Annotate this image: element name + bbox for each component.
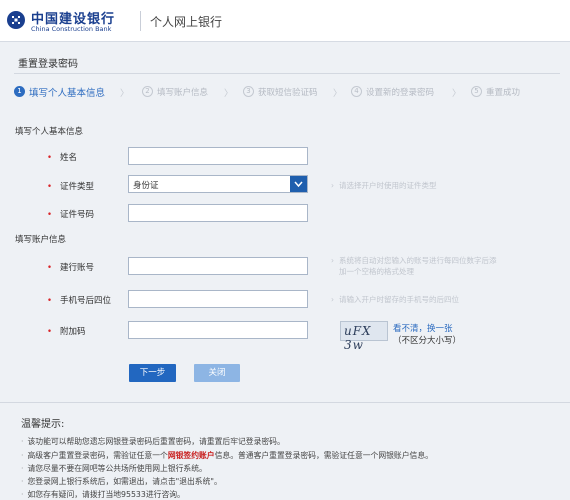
step-label: 设置新的登录密码 [366, 88, 435, 98]
progress-steps: 1 填写个人基本信息 〉 2 填写账户信息 〉 3 获取短信验证码 〉 4 设置… [12, 84, 562, 100]
name-label: • 姓名 [47, 153, 78, 163]
required-mark: • [47, 327, 53, 337]
step-label: 获取短信验证码 [258, 88, 318, 98]
captcha-label: • 附加码 [47, 327, 86, 337]
tip-item: · 如您存有疑问，请拨打当地95533进行咨询。 [21, 490, 185, 499]
section-title-personal: 填写个人基本信息 [15, 127, 84, 137]
id-number-input[interactable] [128, 204, 308, 222]
chevron-right-icon: 〉 [333, 89, 343, 99]
required-mark: • [47, 296, 53, 306]
captcha-input[interactable] [128, 321, 308, 339]
refresh-captcha-link[interactable]: 看不清，换一张 [393, 322, 453, 334]
step-label: 填写账户信息 [157, 88, 209, 98]
id-number-label: • 证件号码 [47, 210, 95, 220]
header-bar: 中国建设银行 China Construction Bank 个人网上银行 [0, 0, 570, 42]
phone-last4-label: • 手机号后四位 [47, 296, 112, 306]
chevron-down-icon [294, 181, 303, 188]
ccb-logo[interactable]: 中国建设银行 China Construction Bank [6, 8, 146, 34]
step-number: 2 [142, 86, 153, 97]
captcha-image[interactable]: uFX 3w [340, 321, 388, 352]
tip-highlight: 网银签约账户 [167, 451, 215, 460]
account-hint: › 系统将自动对您输入的账号进行每四位数字后添 加一个空格的格式处理 [331, 256, 497, 276]
captcha-text: uFX 3w [344, 324, 372, 352]
step-number: 3 [243, 86, 254, 97]
captcha-case-note: （不区分大小写） [393, 336, 462, 346]
ccb-logo-icon [7, 11, 25, 29]
tips-title: 温馨提示: [21, 419, 65, 430]
chevron-right-icon: 〉 [120, 89, 130, 99]
id-type-select[interactable]: 身份证 [128, 175, 308, 193]
required-mark: • [47, 210, 53, 220]
chevron-right-icon: 〉 [452, 89, 462, 99]
close-button[interactable]: 关闭 [194, 364, 240, 382]
phone-hint: › 请输入开户时留存的手机号的后四位 [331, 295, 459, 304]
tip-item: · 您登录网上银行系统后，如需退出，请点击"退出系统"。 [21, 477, 222, 486]
header-divider [140, 11, 141, 31]
tip-item: · 高级客户重置登录密码，需验证任意一个网银签约账户信息。普通客户重置登录密码，需… [21, 451, 433, 460]
page-title: 重置登录密码 [18, 59, 78, 70]
required-mark: • [47, 263, 53, 273]
account-label: • 建行账号 [47, 263, 95, 273]
phone-last4-input[interactable] [128, 290, 308, 308]
dropdown-button[interactable] [290, 176, 307, 192]
tip-item: · 该功能可以帮助您遗忘网银登录密码后重置密码，请重置后牢记登录密码。 [21, 437, 285, 446]
step-number: 5 [471, 86, 482, 97]
step-label: 填写个人基本信息 [29, 88, 106, 99]
id-type-label: • 证件类型 [47, 182, 95, 192]
tip-item: · 请您尽量不要在网吧等公共场所使用网上银行系统。 [21, 464, 207, 473]
title-divider [14, 73, 560, 74]
id-type-hint: › 请选择开户时使用的证件类型 [331, 181, 437, 190]
bank-name-en: China Construction Bank [31, 25, 112, 33]
account-number-input[interactable] [128, 257, 308, 275]
required-mark: • [47, 182, 53, 192]
id-type-value: 身份证 [133, 181, 159, 191]
name-input[interactable] [128, 147, 308, 165]
step-number: 4 [351, 86, 362, 97]
site-name: 个人网上银行 [150, 15, 223, 29]
tips-divider [0, 402, 570, 403]
required-mark: • [47, 153, 53, 163]
step-number: 1 [14, 86, 25, 97]
next-step-button[interactable]: 下一步 [129, 364, 176, 382]
chevron-right-icon: 〉 [224, 89, 234, 99]
step-label: 重置成功 [486, 88, 521, 98]
section-title-account: 填写账户信息 [15, 235, 67, 245]
